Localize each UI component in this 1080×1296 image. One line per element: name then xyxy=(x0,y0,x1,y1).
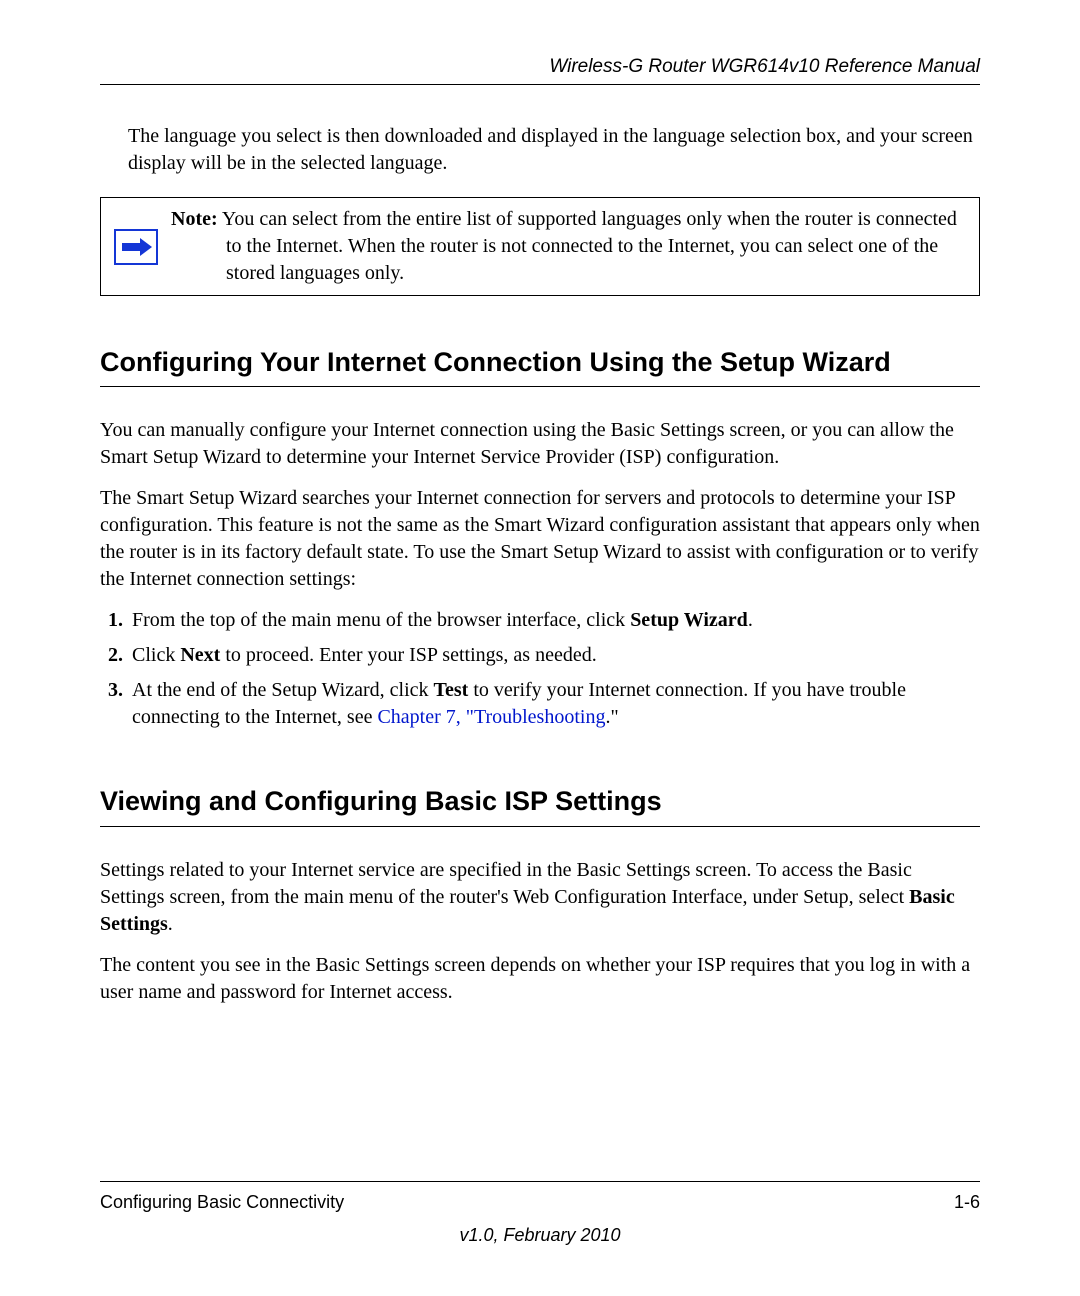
step-1-text-c: . xyxy=(748,609,753,631)
note-box: Note: You can select from the entire lis… xyxy=(100,197,980,296)
step-1: From the top of the main menu of the bro… xyxy=(128,607,980,634)
section2-para2: The content you see in the Basic Setting… xyxy=(100,952,980,1006)
step-1-text-a: From the top of the main menu of the bro… xyxy=(132,609,630,631)
note-label: Note: xyxy=(171,208,218,230)
section2-para1-c: . xyxy=(168,913,173,935)
steps-list: From the top of the main menu of the bro… xyxy=(100,607,980,739)
intro-paragraph: The language you select is then download… xyxy=(128,123,980,177)
note-icon-cell xyxy=(109,206,163,287)
arrow-right-icon xyxy=(114,229,158,265)
section2-para1-a: Settings related to your Internet servic… xyxy=(100,859,912,908)
step-3: At the end of the Setup Wizard, click Te… xyxy=(128,677,980,731)
page-footer: Configuring Basic Connectivity 1-6 v1.0,… xyxy=(100,1181,980,1246)
section2-para1: Settings related to your Internet servic… xyxy=(100,857,980,938)
step-3-text-a: At the end of the Setup Wizard, click xyxy=(132,679,434,701)
step-3-bold: Test xyxy=(434,679,469,701)
step-2-text-c: to proceed. Enter your ISP settings, as … xyxy=(220,644,596,666)
footer-version: v1.0, February 2010 xyxy=(100,1225,980,1246)
section-heading-basic-isp: Viewing and Configuring Basic ISP Settin… xyxy=(100,785,980,826)
step-1-bold: Setup Wizard xyxy=(630,609,748,631)
step-2-text-a: Click xyxy=(132,644,180,666)
footer-page-number: 1-6 xyxy=(954,1192,980,1213)
section1-para2: The Smart Setup Wizard searches your Int… xyxy=(100,485,980,593)
troubleshooting-link[interactable]: Chapter 7, "Troubleshooting xyxy=(377,706,605,728)
step-2: Click Next to proceed. Enter your ISP se… xyxy=(128,642,980,669)
note-text: Note: You can select from the entire lis… xyxy=(163,206,969,287)
footer-section: Configuring Basic Connectivity xyxy=(100,1192,344,1213)
note-content: You can select from the entire list of s… xyxy=(222,208,957,284)
step-3-text-d: ." xyxy=(605,706,618,728)
step-2-bold: Next xyxy=(180,644,220,666)
section1-para1: You can manually configure your Internet… xyxy=(100,417,980,471)
page-header: Wireless-G Router WGR614v10 Reference Ma… xyxy=(100,56,980,85)
section-heading-setup-wizard: Configuring Your Internet Connection Usi… xyxy=(100,346,980,387)
